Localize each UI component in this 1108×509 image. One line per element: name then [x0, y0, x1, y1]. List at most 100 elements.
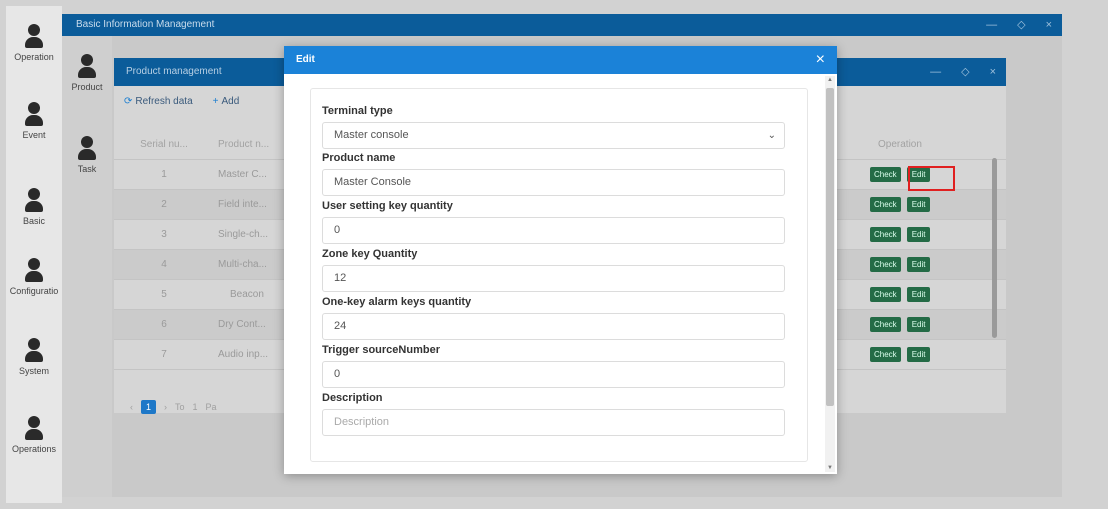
current-page-button[interactable]: 1 — [141, 400, 157, 414]
minimize-icon[interactable]: — — [986, 14, 997, 36]
edit-button[interactable]: Edit — [906, 287, 931, 302]
check-button[interactable]: Check — [870, 287, 901, 302]
scroll-down-icon[interactable]: ▼ — [827, 465, 833, 471]
header-product-name: Product n... — [218, 139, 270, 150]
edit-highlight-box — [908, 166, 955, 191]
cell-serial: 7 — [161, 349, 167, 360]
sidebar-item-task[interactable]: Task — [62, 136, 112, 174]
zone-key-quantity-input[interactable]: 12 — [322, 265, 785, 292]
user-icon — [25, 258, 43, 284]
sidebar-item-label: Operation — [14, 52, 54, 62]
prev-page-button[interactable]: ‹ — [130, 402, 133, 412]
edit-modal: Edit × Terminal type Master console ⌄ Pr… — [284, 46, 837, 474]
sidebar-item-basic[interactable]: Basic — [6, 188, 62, 226]
edit-button[interactable]: Edit — [906, 317, 931, 332]
product-name-label: Product name — [322, 152, 396, 164]
one-key-alarm-quantity-label: One-key alarm keys quantity — [322, 296, 472, 308]
cell-name: Multi-cha... — [218, 259, 267, 270]
terminal-type-label: Terminal type — [322, 105, 393, 117]
scroll-up-icon[interactable]: ▲ — [827, 77, 833, 83]
check-button[interactable]: Check — [870, 167, 901, 182]
restore-icon[interactable]: ◇ — [1017, 14, 1025, 36]
next-page-button[interactable]: › — [164, 402, 167, 412]
sidebar-item-label: Configuratio — [9, 286, 59, 296]
check-button[interactable]: Check — [870, 317, 901, 332]
edit-button[interactable]: Edit — [906, 347, 931, 362]
cell-serial: 1 — [161, 169, 167, 180]
window-titlebar: Basic Information Management — ◇ × — [62, 14, 1062, 36]
check-button[interactable]: Check — [870, 197, 901, 212]
cell-name: Beacon — [230, 289, 264, 300]
edit-button[interactable]: Edit — [906, 197, 931, 212]
close-icon[interactable]: × — [990, 58, 996, 86]
cell-serial: 2 — [161, 199, 167, 210]
minimize-icon[interactable]: — — [930, 58, 941, 86]
cell-serial: 6 — [161, 319, 167, 330]
check-button[interactable]: Check — [870, 227, 901, 242]
user-setting-key-quantity-input[interactable]: 0 — [322, 217, 785, 244]
modal-header: Edit × — [284, 46, 837, 74]
refresh-button[interactable]: ⟳ Refresh data — [124, 96, 193, 107]
sidebar-item-operation[interactable]: Operation — [6, 24, 62, 62]
zone-key-quantity-label: Zone key Quantity — [322, 248, 418, 260]
sidebar-item-operations[interactable]: Operations — [6, 416, 62, 454]
sidebar-item-label: System — [18, 366, 49, 376]
user-icon — [25, 416, 43, 442]
cell-serial: 4 — [161, 259, 167, 270]
cell-name: Single-ch... — [218, 229, 269, 240]
edit-form: Terminal type Master console ⌄ Product n… — [310, 88, 808, 462]
check-button[interactable]: Check — [870, 347, 901, 362]
window-title: Product management — [126, 66, 222, 77]
sidebar-item-label: Task — [77, 164, 97, 174]
user-icon — [25, 188, 43, 214]
close-icon[interactable]: × — [1046, 14, 1052, 36]
user-setting-key-quantity-label: User setting key quantity — [322, 200, 453, 212]
sidebar-item-configuration[interactable]: Configuratio — [6, 258, 62, 296]
edit-button[interactable]: Edit — [906, 257, 931, 272]
goto-label: To — [175, 402, 185, 412]
close-icon[interactable]: × — [816, 46, 825, 74]
sidebar-item-system[interactable]: System — [6, 338, 62, 376]
product-name-input[interactable]: Master Console — [322, 169, 785, 196]
scroll-thumb[interactable] — [826, 88, 834, 406]
one-key-alarm-quantity-input[interactable]: 24 — [322, 313, 785, 340]
sidebar-item-event[interactable]: Event — [6, 102, 62, 140]
cell-serial: 5 — [161, 289, 167, 300]
modal-scrollbar[interactable]: ▲ ▼ — [825, 76, 835, 472]
add-button[interactable]: + Add — [213, 96, 240, 107]
table-scrollbar[interactable] — [992, 158, 997, 338]
cell-serial: 3 — [161, 229, 167, 240]
sidebar-item-label: Operations — [11, 444, 57, 454]
check-button[interactable]: Check — [870, 257, 901, 272]
user-icon — [25, 338, 43, 364]
trigger-source-number-input[interactable]: 0 — [322, 361, 785, 388]
user-icon — [25, 102, 43, 128]
terminal-type-select[interactable]: Master console ⌄ — [322, 122, 785, 149]
user-icon — [25, 24, 43, 50]
pagination: ‹ 1 › To 1 Pa — [130, 400, 217, 414]
restore-icon[interactable]: ◇ — [961, 58, 969, 86]
inner-sidebar: Product Task — [62, 36, 112, 497]
modal-title: Edit — [296, 54, 315, 65]
edit-button[interactable]: Edit — [906, 227, 931, 242]
chevron-down-icon: ⌄ — [767, 130, 776, 141]
sidebar-item-label: Basic — [22, 216, 45, 226]
terminal-type-value: Master console — [334, 129, 409, 141]
app-sidebar: Operation Event Basic Configuratio Syste… — [6, 6, 62, 503]
description-input[interactable]: Description — [322, 409, 785, 436]
description-label: Description — [322, 392, 383, 404]
goto-page-input[interactable]: 1 — [193, 402, 198, 412]
cell-name: Audio inp... — [218, 349, 269, 360]
cell-name: Dry Cont... — [218, 319, 266, 330]
sidebar-item-label: Product — [71, 82, 103, 92]
sidebar-item-product[interactable]: Product — [62, 54, 112, 92]
user-icon — [78, 54, 96, 80]
page-label: Pa — [205, 402, 217, 412]
header-serial: Serial nu... — [140, 139, 188, 150]
user-icon — [78, 136, 96, 162]
header-operation: Operation — [878, 139, 922, 150]
trigger-source-number-label: Trigger sourceNumber — [322, 344, 440, 356]
refresh-label: Refresh data — [135, 95, 193, 107]
cell-name: Master C... — [218, 169, 267, 180]
sidebar-item-label: Event — [22, 130, 46, 140]
